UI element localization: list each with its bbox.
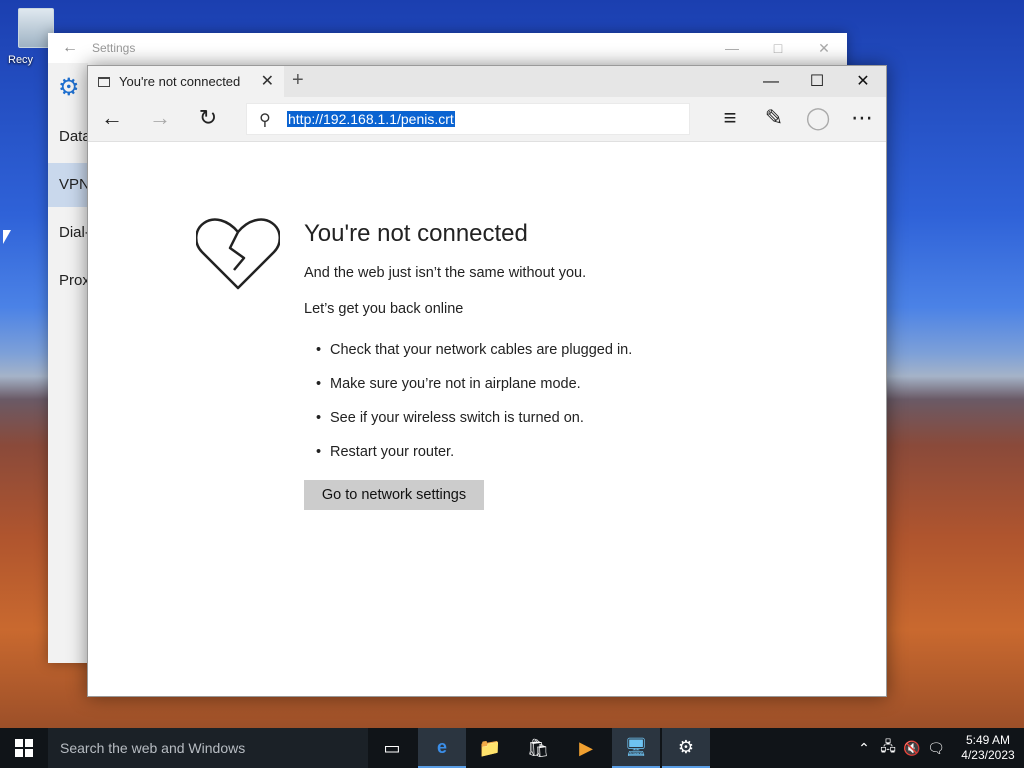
hub-icon[interactable]: ≡ [715,105,745,131]
task-view-icon[interactable]: ▭ [368,728,416,768]
edge-icon[interactable]: e [418,728,466,768]
gear-icon: ⚙ [58,74,80,101]
system-tray: ⌃ 🖧 🔇 🗨 5:49 AM 4/23/2023 [852,728,1024,768]
browser-toolbar: ← → ↻ ⚲ http://192.168.1.1/penis.crt ≡ ✎… [88,97,886,142]
clock[interactable]: 5:49 AM 4/23/2023 [952,733,1024,763]
list-item: Restart your router. [316,444,632,478]
browser-window: You're not connected ✕ + — ☐ ✕ ← → ↻ ⚲ h… [87,65,887,697]
subtitle-text: And the web just isn’t the same without … [304,265,587,281]
volume-muted-icon[interactable]: 🔇 [900,740,924,757]
web-note-icon[interactable]: ✎ [759,105,789,131]
file-explorer-icon[interactable]: 📁 [466,728,514,768]
back-arrow-icon[interactable]: ← [48,39,92,57]
tab-close-icon[interactable]: ✕ [261,71,274,91]
tips-list: Check that your network cables are plugg… [316,342,632,478]
chevron-up-icon[interactable]: ⌃ [852,740,876,757]
settings-nav-item-proxy[interactable]: Prox [48,259,88,303]
maximize-button[interactable]: ☐ [794,66,840,97]
clock-time: 5:49 AM [965,733,1011,747]
list-item: Make sure you’re not in airplane mode. [316,376,632,410]
lead-text: Let’s get you back online [304,301,464,317]
more-icon[interactable]: ⋯ [847,105,877,131]
list-item: See if your wireless switch is turned on… [316,410,632,444]
maximize-button[interactable]: □ [755,33,801,63]
refresh-icon[interactable]: ↻ [193,105,223,131]
browser-window-controls: — ☐ ✕ [748,66,886,97]
back-arrow-icon[interactable]: ← [97,105,127,131]
start-button[interactable] [0,728,48,768]
store-icon[interactable]: 🛍 [514,728,562,768]
close-button[interactable]: ✕ [840,66,886,97]
search-placeholder: Search the web and Windows [60,740,246,756]
network-settings-button[interactable]: Go to network settings [304,480,484,510]
settings-app-icon[interactable]: ⚙ [662,728,710,768]
settings-nav-item-dial-up[interactable]: Dial- [48,211,88,255]
search-icon: ⚲ [259,112,271,129]
network-icon[interactable]: 🖧 [876,736,900,760]
settings-title: Settings [92,41,136,55]
taskbar: Search the web and Windows ▭ e 📁 🛍 ▶ 🖥 ⚙… [0,728,1024,768]
network-app-icon[interactable]: 🖥 [612,728,660,768]
page-content: You're not connected And the web just is… [88,142,886,696]
media-player-icon[interactable]: ▶ [562,728,610,768]
address-input[interactable]: http://192.168.1.1/penis.crt [287,111,455,127]
minimize-button[interactable]: — [709,33,755,63]
close-button[interactable]: ✕ [801,33,847,63]
broken-heart-icon [196,218,280,290]
page-title: You're not connected [304,220,528,247]
page-icon [98,76,110,87]
tab-strip: You're not connected ✕ + — ☐ ✕ [88,66,886,97]
list-item: Check that your network cables are plugg… [316,342,632,376]
mouse-cursor-icon [3,230,11,244]
action-center-icon[interactable]: 🗨 [924,740,948,757]
address-bar[interactable]: ⚲ http://192.168.1.1/penis.crt [246,103,690,135]
windows-logo-icon [15,739,33,757]
forward-arrow-icon[interactable]: → [145,105,175,131]
new-tab-icon[interactable]: + [292,69,304,92]
share-icon[interactable]: ◯ [803,105,833,131]
taskbar-search-box[interactable]: Search the web and Windows [48,728,368,768]
settings-window-controls: — □ ✕ [709,33,847,63]
settings-nav-item-data-usage[interactable]: Data [48,115,88,159]
clock-date: 4/23/2023 [961,748,1015,762]
tab-active[interactable]: You're not connected ✕ [88,66,284,97]
settings-nav-item-vpn[interactable]: VPN [48,163,88,207]
minimize-button[interactable]: — [748,66,794,97]
tab-title: You're not connected [119,74,241,89]
